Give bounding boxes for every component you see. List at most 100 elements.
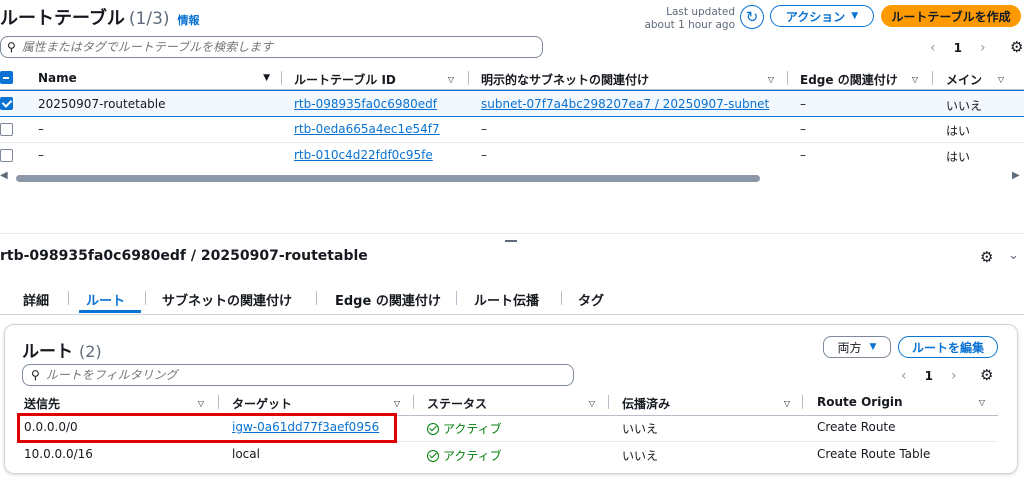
route-table-header: Name ▼ ルートテーブル ID ▽ 明示的なサブネットの関連付け ▽ Edg…	[0, 66, 1024, 90]
column-divider	[608, 395, 609, 409]
routes-settings-gear-icon[interactable]: ⚙	[980, 366, 993, 384]
detail-tabs: 詳細 ルート サブネットの関連付け Edge の関連付け ルート伝播 タグ	[0, 288, 1024, 314]
col-route-table-id[interactable]: ルートテーブル ID ▽	[294, 71, 454, 88]
route-status-label: アクティブ	[443, 422, 502, 436]
route-filter-input[interactable]	[45, 368, 573, 382]
prev-page-icon[interactable]: ‹	[901, 368, 907, 384]
col-main-label: メイン	[946, 73, 983, 87]
route-filter-search[interactable]: ⚲	[22, 364, 574, 386]
route-destination: 10.0.0.0/16	[24, 447, 93, 461]
col-id-label: ルートテーブル ID	[294, 73, 396, 87]
route-origin: Create Route	[817, 420, 896, 434]
resize-handle[interactable]	[505, 240, 517, 242]
select-all-checkbox[interactable]	[0, 71, 13, 84]
tab-edge-associations[interactable]: Edge の関連付け	[335, 290, 441, 309]
search-icon: ⚲	[31, 368, 40, 382]
detail-settings-gear-icon[interactable]: ⚙	[980, 248, 993, 266]
edit-routes-button[interactable]: ルートを編集	[898, 336, 998, 358]
settings-gear-icon[interactable]: ⚙	[1010, 38, 1023, 56]
create-label: ルートテーブルを作成	[891, 9, 1011, 24]
route-status: アクティブ	[427, 420, 502, 437]
col-route-origin-label: Route Origin	[817, 395, 903, 409]
col-route-origin[interactable]: Route Origin ▽	[817, 395, 985, 409]
search-icon: ⚲	[7, 40, 16, 54]
scroll-left-icon[interactable]: ◀	[0, 170, 8, 181]
table-row[interactable]: 20250907-routetable rtb-098935fa0c6980ed…	[0, 90, 1024, 117]
collapse-chevron-icon[interactable]: ⌄	[1008, 248, 1019, 263]
route-table-search-input[interactable]	[21, 40, 542, 54]
col-explicit-subnet[interactable]: 明示的なサブネットの関連付け ▽	[481, 71, 774, 88]
actions-label: アクション	[785, 9, 846, 24]
next-page-icon[interactable]: ›	[980, 40, 986, 56]
detail-title: rtb-098935fa0c6980edf / 20250907-routeta…	[0, 248, 368, 264]
route-filter-select[interactable]: 両方 ▼	[823, 336, 891, 358]
routes-header: ルート (2)	[22, 337, 102, 362]
column-divider	[802, 395, 803, 409]
success-check-icon	[427, 422, 439, 435]
col-subnet-label: 明示的なサブネットの関連付け	[481, 73, 650, 87]
col-destination-label: 送信先	[24, 397, 61, 411]
sort-caret-icon: ▽	[978, 397, 985, 407]
route-table-search[interactable]: ⚲	[0, 36, 543, 58]
col-propagated[interactable]: 伝播済み ▽	[622, 395, 790, 412]
route-target: local	[232, 447, 260, 461]
tab-divider	[456, 291, 457, 305]
row-checkbox[interactable]	[0, 97, 13, 110]
row-checkbox[interactable]	[0, 149, 13, 162]
current-page[interactable]: 1	[954, 41, 962, 55]
create-route-table-button[interactable]: ルートテーブルを作成	[881, 5, 1021, 27]
routes-count: (2)	[79, 342, 102, 361]
tab-tags[interactable]: タグ	[578, 290, 604, 309]
actions-button[interactable]: アクション ▼	[770, 5, 874, 27]
tab-route-propagation[interactable]: ルート伝播	[474, 290, 539, 309]
page-header: ルートテーブル (1/3) 情報	[0, 4, 200, 30]
col-status-label: ステータス	[427, 397, 488, 411]
col-main[interactable]: メイン ▽	[946, 71, 1004, 88]
row-name: –	[38, 122, 44, 136]
next-page-icon[interactable]: ›	[951, 368, 957, 384]
route-table-id-link[interactable]: rtb-010c4d22fdf0c95fe	[294, 148, 433, 162]
routes-pagination: ‹ 1 ›	[901, 368, 957, 384]
scroll-right-icon[interactable]: ▶	[1012, 170, 1020, 181]
last-updated-label: Last updated	[666, 6, 735, 18]
scrollbar-thumb[interactable]	[16, 175, 760, 182]
sort-caret-icon: ▽	[393, 399, 400, 408]
edit-routes-label: ルートを編集	[911, 340, 984, 355]
highlight-box	[17, 413, 397, 443]
table-row[interactable]: – rtb-010c4d22fdf0c95fe – – はい	[0, 143, 1024, 169]
table-row[interactable]: – rtb-0eda665a4ec1e54f7 – – はい	[0, 117, 1024, 143]
refresh-button[interactable]: ↻	[740, 5, 764, 29]
tab-details[interactable]: 詳細	[23, 290, 49, 309]
prev-page-icon[interactable]: ‹	[930, 40, 936, 56]
route-table-id-link[interactable]: rtb-098935fa0c6980edf	[294, 97, 437, 111]
col-edge[interactable]: Edge の関連付け ▽	[800, 71, 918, 88]
row-checkbox[interactable]	[0, 123, 13, 136]
tab-routes[interactable]: ルート	[86, 290, 125, 309]
last-updated: Last updated about 1 hour ago	[640, 6, 735, 32]
info-link[interactable]: 情報	[178, 12, 200, 28]
col-status[interactable]: ステータス ▽	[427, 395, 595, 412]
sort-caret-icon: ▽	[783, 399, 790, 408]
route-propagated: いいえ	[622, 422, 659, 436]
route-table-id-link[interactable]: rtb-0eda665a4ec1e54f7	[294, 122, 440, 136]
sort-caret-icon: ▽	[997, 75, 1004, 84]
sort-caret-icon: ▼	[263, 73, 270, 83]
row-subnet: –	[481, 122, 487, 136]
sort-caret-icon: ▽	[588, 399, 595, 408]
col-target[interactable]: ターゲット ▽	[232, 395, 400, 412]
row-edge: –	[800, 97, 806, 111]
route-status-label: アクティブ	[443, 449, 502, 463]
route-propagated: いいえ	[622, 449, 659, 463]
tab-divider	[561, 291, 562, 305]
subnet-link[interactable]: subnet-07f7a4bc298207ea7 / 20250907-subn…	[481, 97, 769, 111]
horizontal-scrollbar[interactable]: ◀ ▶	[0, 170, 1024, 184]
sort-caret-icon: ▽	[197, 399, 204, 408]
active-tab-indicator	[79, 310, 141, 313]
caret-down-icon: ▼	[851, 11, 859, 21]
col-name[interactable]: Name ▼	[38, 71, 270, 85]
tab-subnet-associations[interactable]: サブネットの関連付け	[162, 290, 292, 309]
col-target-label: ターゲット	[232, 397, 293, 411]
col-destination[interactable]: 送信先 ▽	[24, 395, 204, 412]
current-page[interactable]: 1	[925, 369, 933, 383]
refresh-icon: ↻	[745, 7, 759, 26]
